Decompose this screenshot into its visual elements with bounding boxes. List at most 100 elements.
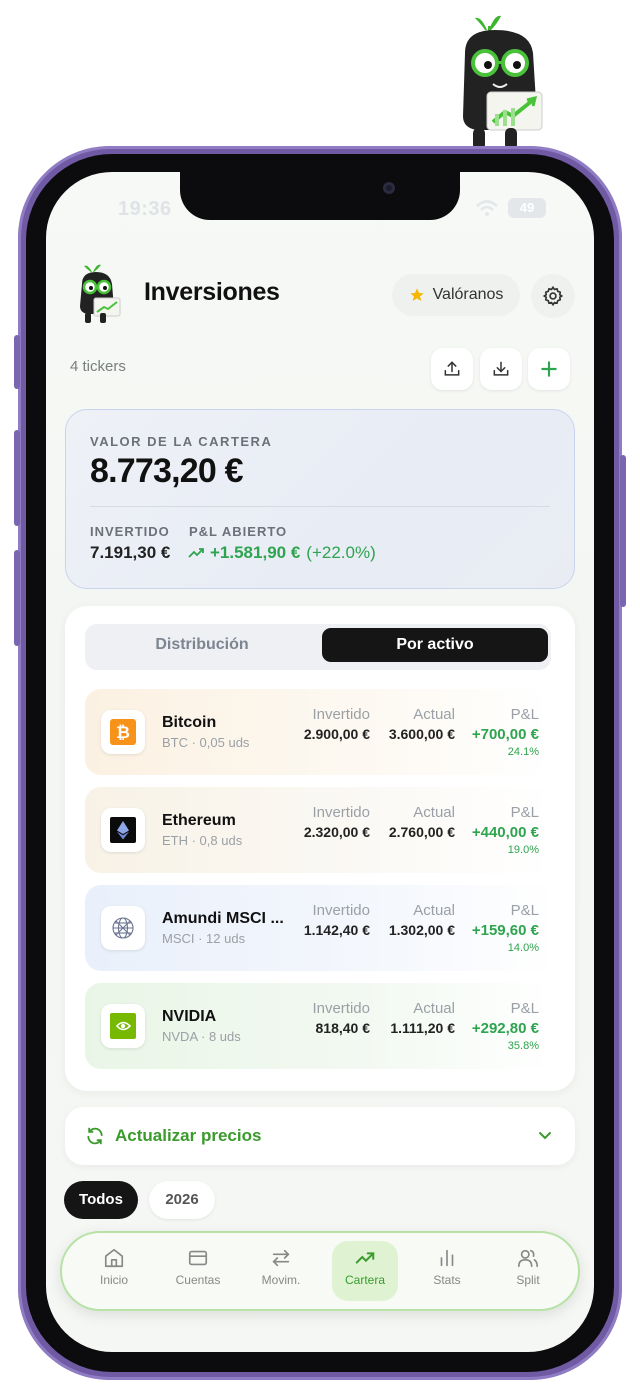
asset-units: MSCI · 12 uds <box>162 931 246 946</box>
wifi-icon <box>476 200 498 216</box>
tab-distribution[interactable]: Distribución <box>89 628 315 662</box>
actual-column: Actual 2.760,00 € <box>389 804 455 840</box>
status-time: 19:36 <box>118 198 172 220</box>
open-pl-percent: (+22.0%) <box>306 543 376 562</box>
asset-units: BTC · 0,05 uds <box>162 735 250 750</box>
invested-value: 7.191,30 € <box>90 543 171 562</box>
home-icon <box>104 1248 124 1268</box>
phone-side-button <box>14 550 20 646</box>
gear-icon <box>542 285 564 307</box>
filter-all-chip[interactable]: Todos <box>64 1181 138 1219</box>
update-prices-button[interactable]: Actualizar precios <box>65 1107 575 1165</box>
asset-invested: 818,40 € <box>315 1020 371 1036</box>
open-pl-label: P&L ABIERTO <box>189 524 288 539</box>
invested-label: INVERTIDO <box>90 524 170 539</box>
ethereum-icon <box>101 808 145 852</box>
download-icon <box>493 361 509 376</box>
column-label-actual: Actual <box>413 706 455 723</box>
status-icons: 49 <box>476 198 546 218</box>
nav-item-inicio[interactable]: Inicio <box>81 1241 147 1301</box>
filter-year-chip[interactable]: 2026 <box>149 1181 215 1219</box>
open-pl-value: +1.581,90 € <box>210 543 301 562</box>
column-label-invested: Invertido <box>312 1000 370 1017</box>
asset-row-ethereum[interactable]: Ethereum ETH · 0,8 uds Invertido 2.320,0… <box>85 787 555 873</box>
nav-item-cuentas[interactable]: Cuentas <box>165 1241 231 1301</box>
chart-icon <box>440 1249 454 1267</box>
asset-actual: 3.600,00 € <box>388 726 455 742</box>
asset-actual: 1.302,00 € <box>388 922 455 938</box>
asset-row-nvidia[interactable]: NVIDIA NVDA · 8 uds Invertido 818,40 € A… <box>85 983 555 1069</box>
bitcoin-icon: ₿ <box>101 710 145 754</box>
divider <box>90 506 550 507</box>
phone-side-button <box>14 430 20 526</box>
plus-icon <box>541 361 557 377</box>
pl-column: P&L +292,80 € 35.8% <box>472 1000 539 1052</box>
pl-column: P&L +700,00 € 24.1% <box>472 706 539 758</box>
asset-name: NVIDIA <box>162 1008 217 1025</box>
rate-us-button[interactable]: Valóranos <box>392 274 520 316</box>
assets-card: Distribución Por activo ₿ Bitcoin BTC · … <box>65 606 575 1091</box>
card-icon <box>188 1250 208 1266</box>
upload-icon <box>444 361 460 376</box>
transfer-icon <box>272 1249 290 1267</box>
asset-units: ETH · 0,8 uds <box>162 833 243 848</box>
invested-column: Invertido 818,40 € <box>312 1000 370 1036</box>
column-label-pl: P&L <box>510 706 539 723</box>
nav-label: Cartera <box>344 1273 385 1287</box>
trend-up-icon <box>188 548 204 558</box>
app-logo <box>80 264 121 323</box>
column-label-invested: Invertido <box>312 902 370 919</box>
nav-item-cartera[interactable]: Cartera <box>332 1241 398 1301</box>
asset-pl-percent: 14.0% <box>507 942 539 954</box>
asset-invested: 2.900,00 € <box>303 726 370 742</box>
refresh-icon <box>87 1127 103 1145</box>
star-icon <box>409 288 424 301</box>
portfolio-value-label: VALOR DE LA CARTERA <box>90 434 273 449</box>
asset-pl-percent: 24.1% <box>507 746 539 758</box>
tab-by-asset[interactable]: Por activo <box>322 628 548 662</box>
bottom-navigation: Inicio Cuentas Movim. Cartera Stats Spli… <box>60 1231 580 1311</box>
camera-icon <box>383 182 395 194</box>
portfolio-summary-card: VALOR DE LA CARTERA 8.773,20 € INVERTIDO… <box>65 409 575 589</box>
nav-label: Cuentas <box>175 1273 221 1287</box>
asset-invested: 2.320,00 € <box>303 824 370 840</box>
asset-pl: +440,00 € <box>471 824 539 841</box>
column-label-actual: Actual <box>413 804 455 821</box>
chevron-down-icon <box>539 1132 551 1140</box>
nav-item-movimientos[interactable]: Movim. <box>248 1241 314 1301</box>
nav-label: Split <box>516 1273 540 1287</box>
users-icon <box>518 1249 538 1268</box>
asset-row-bitcoin[interactable]: ₿ Bitcoin BTC · 0,05 uds Invertido 2.900… <box>85 689 555 775</box>
settings-button[interactable] <box>531 274 575 318</box>
nav-item-split[interactable]: Split <box>495 1241 561 1301</box>
portfolio-value: 8.773,20 € <box>90 452 244 490</box>
phone-notch <box>180 172 460 220</box>
column-label-invested: Invertido <box>312 804 370 821</box>
asset-row-amundi-msci[interactable]: Amundi MSCI ... MSCI · 12 uds Invertido … <box>85 885 555 971</box>
asset-pl: +292,80 € <box>471 1020 539 1037</box>
asset-pl: +159,60 € <box>471 922 539 939</box>
actual-column: Actual 1.111,20 € <box>390 1000 455 1036</box>
nav-item-stats[interactable]: Stats <box>414 1241 480 1301</box>
asset-name: Bitcoin <box>162 714 217 731</box>
nvidia-icon <box>101 1004 145 1048</box>
import-button[interactable] <box>480 348 522 390</box>
export-button[interactable] <box>431 348 473 390</box>
column-label-pl: P&L <box>510 902 539 919</box>
rate-us-label: Valóranos <box>432 286 504 303</box>
view-segmented-control: Distribución Por activo <box>85 624 551 670</box>
page-title: Inversiones <box>144 278 280 306</box>
invested-column: Invertido 2.900,00 € <box>304 706 370 742</box>
add-ticker-button[interactable] <box>528 348 570 390</box>
nav-label: Stats <box>433 1273 461 1287</box>
battery-indicator: 49 <box>508 198 546 218</box>
invested-column: Invertido 1.142,40 € <box>304 902 370 938</box>
actual-column: Actual 3.600,00 € <box>389 706 455 742</box>
asset-pl-percent: 19.0% <box>507 844 539 856</box>
column-label-invested: Invertido <box>312 706 370 723</box>
asset-pl: +700,00 € <box>471 726 539 743</box>
nav-label: Movim. <box>261 1273 301 1287</box>
asset-units: NVDA · 8 uds <box>162 1029 241 1044</box>
svg-text:₿: ₿ <box>116 723 130 742</box>
column-label-actual: Actual <box>413 1000 455 1017</box>
